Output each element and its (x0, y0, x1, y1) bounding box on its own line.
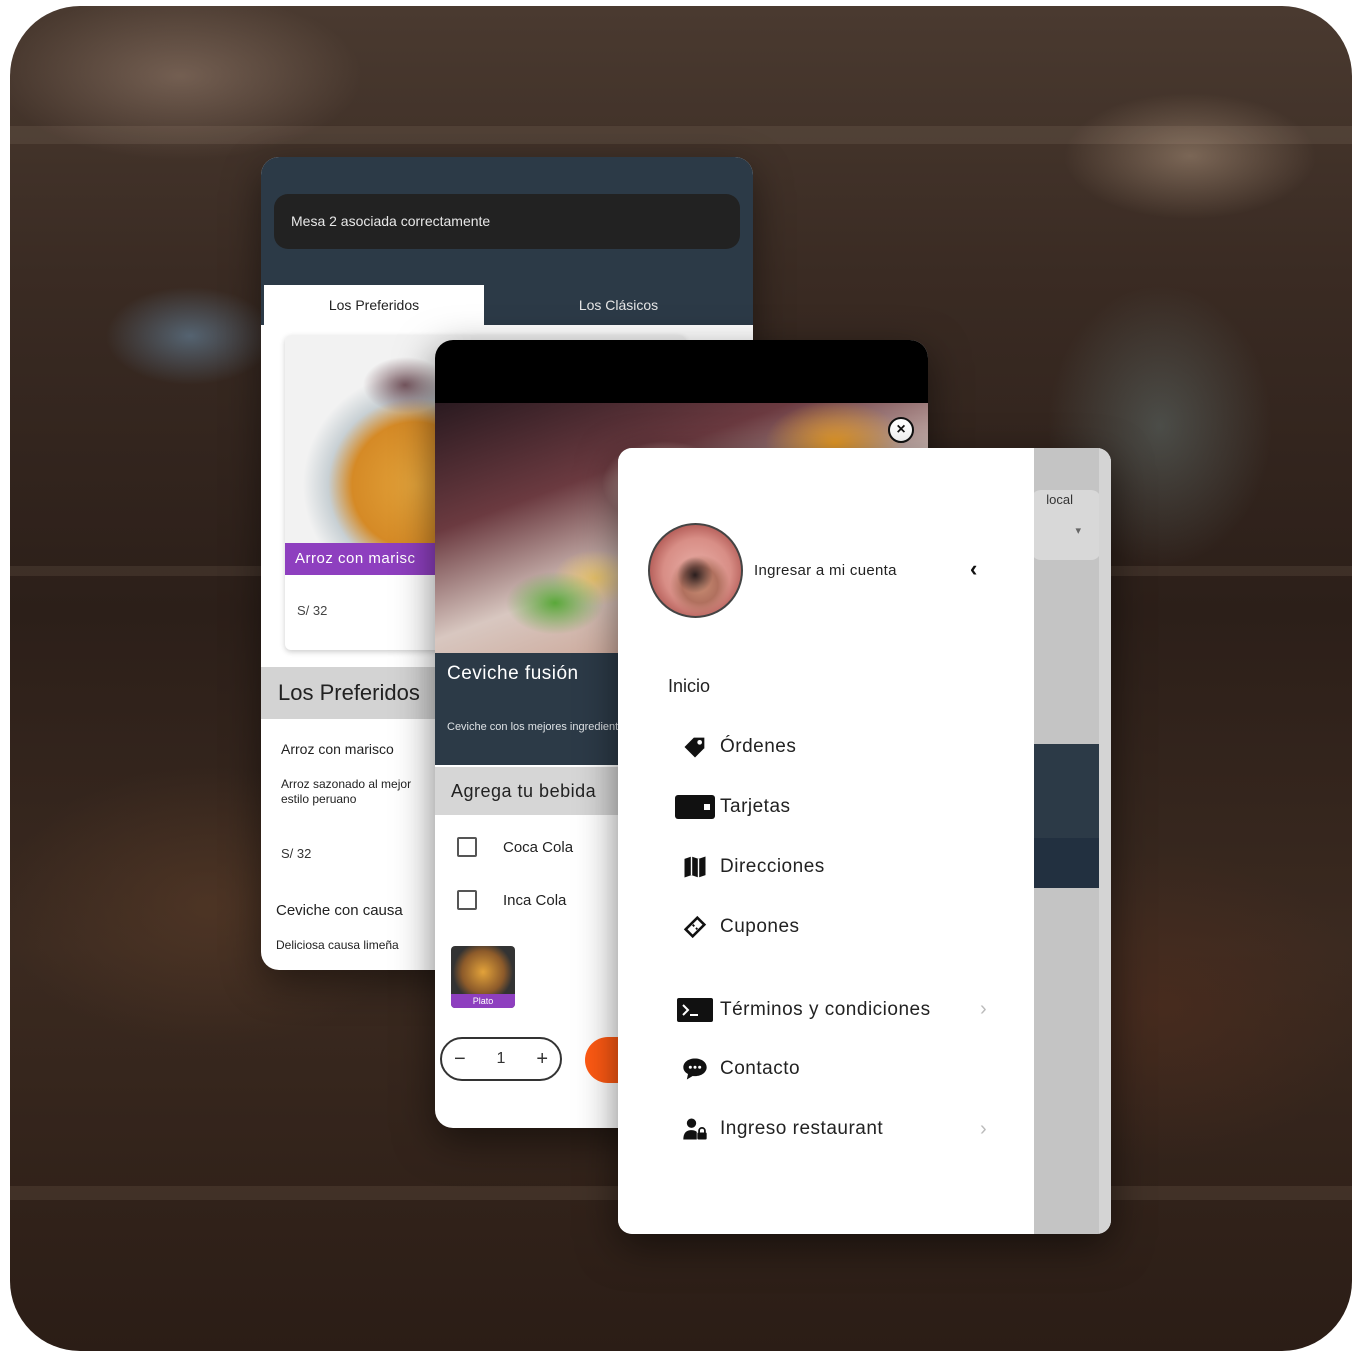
user-lock-icon (674, 1114, 716, 1144)
table-status-banner: Mesa 2 asociada correctamente (274, 194, 740, 249)
dish-thumbnail[interactable]: Plato (451, 946, 515, 1008)
checkbox[interactable] (457, 837, 477, 857)
minus-button[interactable]: − (454, 1048, 466, 1071)
dish-description: Ceviche con los mejores ingredientes (447, 721, 630, 733)
close-icon[interactable]: × (888, 417, 914, 443)
terminal-icon (674, 995, 716, 1025)
login-link[interactable]: Ingresar a mi cuenta (754, 562, 897, 579)
drawer-item-label: Órdenes (720, 736, 797, 757)
checkbox[interactable] (457, 890, 477, 910)
drawer-item-label: Cupones (720, 916, 800, 937)
drink-option-label: Inca Cola (503, 891, 567, 909)
drawer-item-contacto[interactable]: Contacto (674, 1052, 800, 1086)
drawer-item-label: Contacto (720, 1058, 801, 1079)
drink-option-coca-cola[interactable]: Coca Cola (457, 837, 573, 857)
side-drawer-screen: local ▾ Ingresar a mi cuenta ‹ Inicio Ór… (618, 448, 1111, 1234)
tab-los-clasicos[interactable]: Los Clásicos (484, 285, 753, 327)
dish-title: Ceviche fusión (447, 663, 579, 684)
drawer-item-ordenes[interactable]: Órdenes (674, 730, 796, 764)
navigation-drawer: Ingresar a mi cuenta ‹ Inicio Órdenes Ta… (618, 448, 1034, 1234)
drink-option-label: Coca Cola (503, 838, 574, 856)
drink-option-inca-cola[interactable]: Inca Cola (457, 890, 566, 910)
thumbnail-label: Plato (451, 994, 515, 1008)
chat-icon (674, 1054, 716, 1084)
underlying-scroll-edge (1099, 448, 1111, 1234)
detail-top-bar (435, 340, 928, 403)
drawer-item-terminos[interactable]: Términos y condiciones (674, 993, 931, 1027)
drawer-item-direcciones[interactable]: Direcciones (674, 850, 825, 884)
plus-button[interactable]: + (536, 1048, 548, 1071)
drawer-item-label: Ingreso restaurant (720, 1118, 884, 1139)
menu-item-name[interactable]: Ceviche con causa (276, 902, 403, 919)
chevron-right-icon: › (980, 1118, 987, 1140)
underlying-select-label: local (1046, 492, 1073, 507)
drawer-item-label: Direcciones (720, 856, 825, 877)
underlying-select-caret: ▾ (1075, 525, 1081, 537)
drawer-item-tarjetas[interactable]: Tarjetas (674, 790, 791, 824)
featured-dish-price: S/ 32 (297, 603, 328, 618)
wallet-icon (674, 792, 716, 822)
menu-item-price: S/ 32 (281, 846, 312, 861)
drawer-item-cupones[interactable]: Cupones (674, 910, 800, 944)
menu-item-name[interactable]: Arroz con marisco (281, 741, 394, 757)
tab-los-preferidos[interactable]: Los Preferidos (264, 285, 484, 327)
menu-item-description: Arroz sazonado al mejor estilo peruano (281, 777, 412, 806)
drawer-item-label: Tarjetas (720, 796, 791, 817)
coupon-icon (674, 912, 716, 942)
tag-icon (674, 732, 716, 762)
category-tabs: Los Preferidos Los Clásicos (261, 285, 753, 327)
quantity-stepper: − 1 + (440, 1037, 562, 1081)
drawer-item-ingreso-restaurant[interactable]: Ingreso restaurant (674, 1112, 883, 1146)
back-icon[interactable]: ‹ (970, 556, 977, 582)
chevron-right-icon: › (980, 998, 987, 1020)
drawer-item-label: Términos y condiciones (720, 999, 931, 1020)
quantity-value: 1 (496, 1050, 506, 1067)
avatar[interactable] (648, 523, 743, 618)
drawer-section-label[interactable]: Inicio (668, 676, 710, 697)
map-icon (674, 852, 716, 882)
